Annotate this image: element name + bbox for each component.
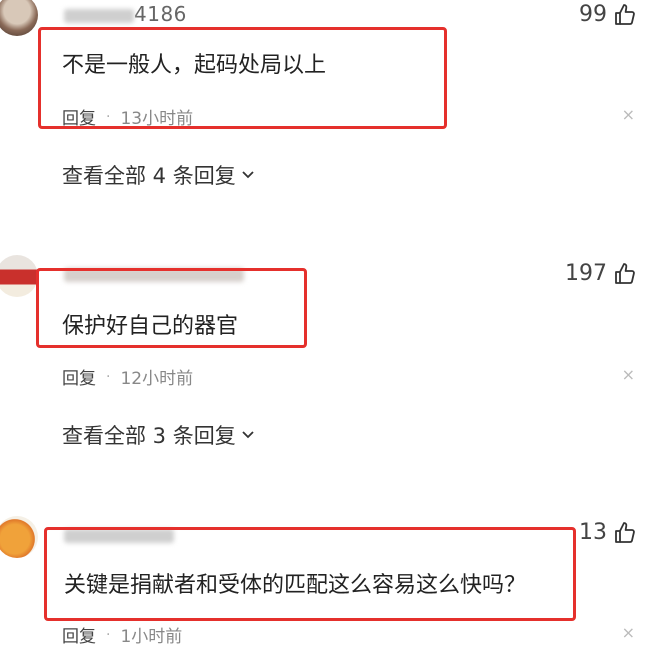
reply-button[interactable]: 回复 [62, 622, 96, 647]
separator: · [106, 108, 111, 125]
close-icon[interactable]: × [622, 105, 635, 124]
view-replies-label: 查看全部 4 条回复 [62, 164, 236, 188]
thumbs-up-icon [613, 262, 637, 286]
comment-meta: 回复 · 12小时前 [62, 364, 194, 390]
reply-button[interactable]: 回复 [62, 104, 96, 129]
thumbs-up-icon [613, 3, 637, 27]
like-button[interactable]: 13 [579, 520, 637, 545]
avatar[interactable] [0, 516, 38, 558]
comment-text: 保护好自己的器官 [62, 314, 239, 339]
view-replies-label: 查看全部 3 条回复 [62, 424, 236, 448]
avatar[interactable] [0, 255, 38, 297]
username[interactable] [64, 261, 244, 285]
thumbs-up-icon [613, 521, 637, 545]
view-replies-button[interactable]: 查看全部 3 条回复 [62, 420, 256, 450]
like-count: 13 [579, 520, 607, 545]
like-count: 197 [565, 261, 607, 286]
separator: · [106, 626, 111, 643]
username[interactable] [64, 522, 174, 546]
chevron-down-icon [240, 163, 256, 187]
timestamp: 1小时前 [120, 627, 183, 647]
view-replies-button[interactable]: 查看全部 4 条回复 [62, 160, 256, 190]
username[interactable]: 4186 [64, 2, 187, 26]
comment-text: 不是一般人，起码处局以上 [62, 53, 327, 78]
chevron-down-icon [240, 423, 256, 447]
close-icon[interactable]: × [622, 623, 635, 642]
like-button[interactable]: 99 [579, 2, 637, 27]
reply-button[interactable]: 回复 [62, 364, 96, 389]
timestamp: 13小时前 [120, 109, 194, 129]
comment-meta: 回复 · 1小时前 [62, 622, 182, 647]
avatar[interactable] [0, 0, 38, 36]
comment-text: 关键是捐献者和受体的匹配这么容易这么快吗？ [64, 573, 527, 598]
comment-meta: 回复 · 13小时前 [62, 104, 194, 130]
like-button[interactable]: 197 [565, 261, 637, 286]
separator: · [106, 368, 111, 385]
like-count: 99 [579, 2, 607, 27]
timestamp: 12小时前 [120, 369, 194, 389]
close-icon[interactable]: × [622, 365, 635, 384]
